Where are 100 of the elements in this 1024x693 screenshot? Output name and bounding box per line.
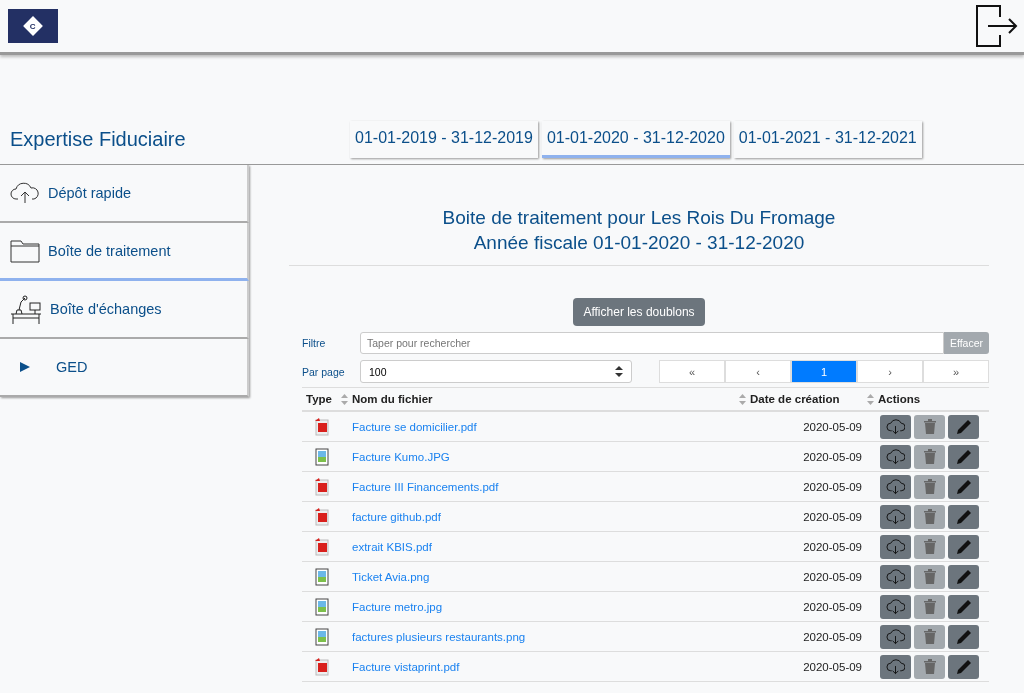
edit-button[interactable]: [948, 534, 979, 559]
file-link[interactable]: Facture metro.jpg: [348, 600, 746, 613]
column-header[interactable]: Actions: [878, 393, 989, 405]
sort-icon: [341, 393, 348, 405]
sidebar-item[interactable]: Boîte d'échanges: [0, 281, 249, 339]
file-link[interactable]: extrait KBIS.pdf: [348, 540, 746, 553]
page-button[interactable]: ›: [857, 360, 923, 383]
sort-icon: [867, 393, 874, 405]
cloud-download-icon: [886, 418, 905, 435]
delete-button[interactable]: [914, 624, 945, 649]
column-header[interactable]: Type: [306, 393, 348, 405]
cloud-download-icon: [886, 448, 905, 465]
cloud-download-icon: [886, 568, 905, 585]
delete-button[interactable]: [914, 654, 945, 679]
pencil-icon: [955, 478, 972, 495]
period-tab[interactable]: 01-01-2019 - 31-12-2019: [350, 121, 538, 158]
file-link[interactable]: Facture III Financements.pdf: [348, 480, 746, 493]
page-button[interactable]: «: [659, 360, 725, 383]
page-heading: Boite de traitement pour Les Rois Du Fromage Année fiscale 01-01-2020 - 31-12-2020: [289, 165, 989, 266]
logo[interactable]: C: [8, 9, 58, 43]
date-cell-text: 2020-05-09: [802, 420, 863, 433]
folder-icon: [10, 238, 40, 263]
select-arrows-icon: [615, 366, 623, 377]
edit-button[interactable]: [948, 624, 979, 649]
date-cell-text: 2020-05-09: [802, 450, 863, 463]
edit-button[interactable]: [948, 474, 979, 499]
download-button[interactable]: [880, 654, 911, 679]
per-page-select[interactable]: 100: [360, 360, 632, 383]
per-page-label: Par page: [302, 365, 346, 378]
column-header[interactable]: Nom du fichier: [352, 393, 746, 405]
pencil-icon: [955, 598, 972, 615]
edit-button[interactable]: [948, 414, 979, 439]
page-button[interactable]: 1: [791, 360, 857, 383]
cloud-upload-icon: [10, 181, 40, 205]
expand-arrow-icon[interactable]: [20, 362, 30, 372]
download-button[interactable]: [880, 474, 911, 499]
download-button[interactable]: [880, 564, 911, 589]
page-button[interactable]: »: [923, 360, 989, 383]
delete-button[interactable]: [914, 534, 945, 559]
edit-button[interactable]: [948, 654, 979, 679]
delete-button[interactable]: [914, 504, 945, 529]
logout-icon: [974, 3, 1018, 49]
edit-button[interactable]: [948, 504, 979, 529]
date-cell-text: 2020-05-09: [802, 480, 863, 493]
sidebar-item[interactable]: GED: [0, 339, 249, 397]
edit-button[interactable]: [948, 564, 979, 589]
delete-button[interactable]: [914, 564, 945, 589]
delete-button[interactable]: [914, 594, 945, 619]
desk-lamp-icon: [10, 294, 42, 324]
pdf-file-icon: [314, 657, 330, 676]
download-button[interactable]: [880, 414, 911, 439]
download-button[interactable]: [880, 594, 911, 619]
trash-icon: [923, 539, 936, 554]
download-button[interactable]: [880, 534, 911, 559]
show-duplicates-button[interactable]: Afficher les doublons: [573, 298, 705, 326]
download-button[interactable]: [880, 444, 911, 469]
pdf-file-icon: [314, 477, 330, 496]
trash-icon: [923, 599, 936, 614]
date-cell-text: 2020-05-09: [802, 570, 863, 583]
delete-button[interactable]: [914, 474, 945, 499]
image-file-icon: [314, 567, 330, 586]
download-button[interactable]: [880, 504, 911, 529]
file-link[interactable]: facture github.pdf: [348, 510, 746, 523]
file-link[interactable]: Facture se domicilier.pdf: [348, 420, 746, 433]
delete-button[interactable]: [914, 444, 945, 469]
pencil-icon: [955, 418, 972, 435]
sidebar-item[interactable]: Dépôt rapide: [0, 165, 249, 223]
date-cell-text: 2020-05-09: [802, 660, 863, 673]
pdf-file-icon: [314, 537, 330, 556]
delete-button[interactable]: [914, 414, 945, 439]
trash-icon: [923, 419, 936, 434]
edit-button[interactable]: [948, 594, 979, 619]
file-link[interactable]: Facture Kumo.JPG: [348, 450, 746, 463]
cloud-download-icon: [886, 508, 905, 525]
trash-icon: [923, 479, 936, 494]
date-cell-text: 2020-05-09: [802, 630, 863, 643]
trash-icon: [923, 509, 936, 524]
period-tab[interactable]: 01-01-2020 - 31-12-2020: [541, 121, 730, 158]
file-link[interactable]: Ticket Avia.png: [348, 570, 746, 583]
date-cell-text: 2020-05-09: [802, 600, 863, 613]
column-header[interactable]: Date de création: [750, 393, 874, 405]
edit-button[interactable]: [948, 444, 979, 469]
logout-button[interactable]: [974, 3, 1018, 49]
trash-icon: [923, 659, 936, 674]
pencil-icon: [955, 448, 972, 465]
file-link[interactable]: Facture vistaprint.pdf: [348, 660, 746, 673]
filter-label: Filtre: [302, 337, 327, 349]
page-button[interactable]: ‹: [725, 360, 791, 383]
sidebar-item[interactable]: Boîte de traitement: [0, 223, 249, 281]
pencil-icon: [955, 508, 972, 525]
trash-icon: [923, 449, 936, 464]
cloud-download-icon: [886, 658, 905, 675]
download-button[interactable]: [880, 624, 911, 649]
file-link[interactable]: factures plusieurs restaurants.png: [348, 630, 746, 643]
pdf-file-icon: [314, 417, 330, 436]
cloud-download-icon: [886, 598, 905, 615]
cloud-download-icon: [886, 478, 905, 495]
search-field[interactable]: Taper pour rechercher: [360, 332, 944, 354]
period-tab[interactable]: 01-01-2021 - 31-12-2021: [733, 121, 922, 158]
cloud-download-icon: [886, 538, 905, 555]
